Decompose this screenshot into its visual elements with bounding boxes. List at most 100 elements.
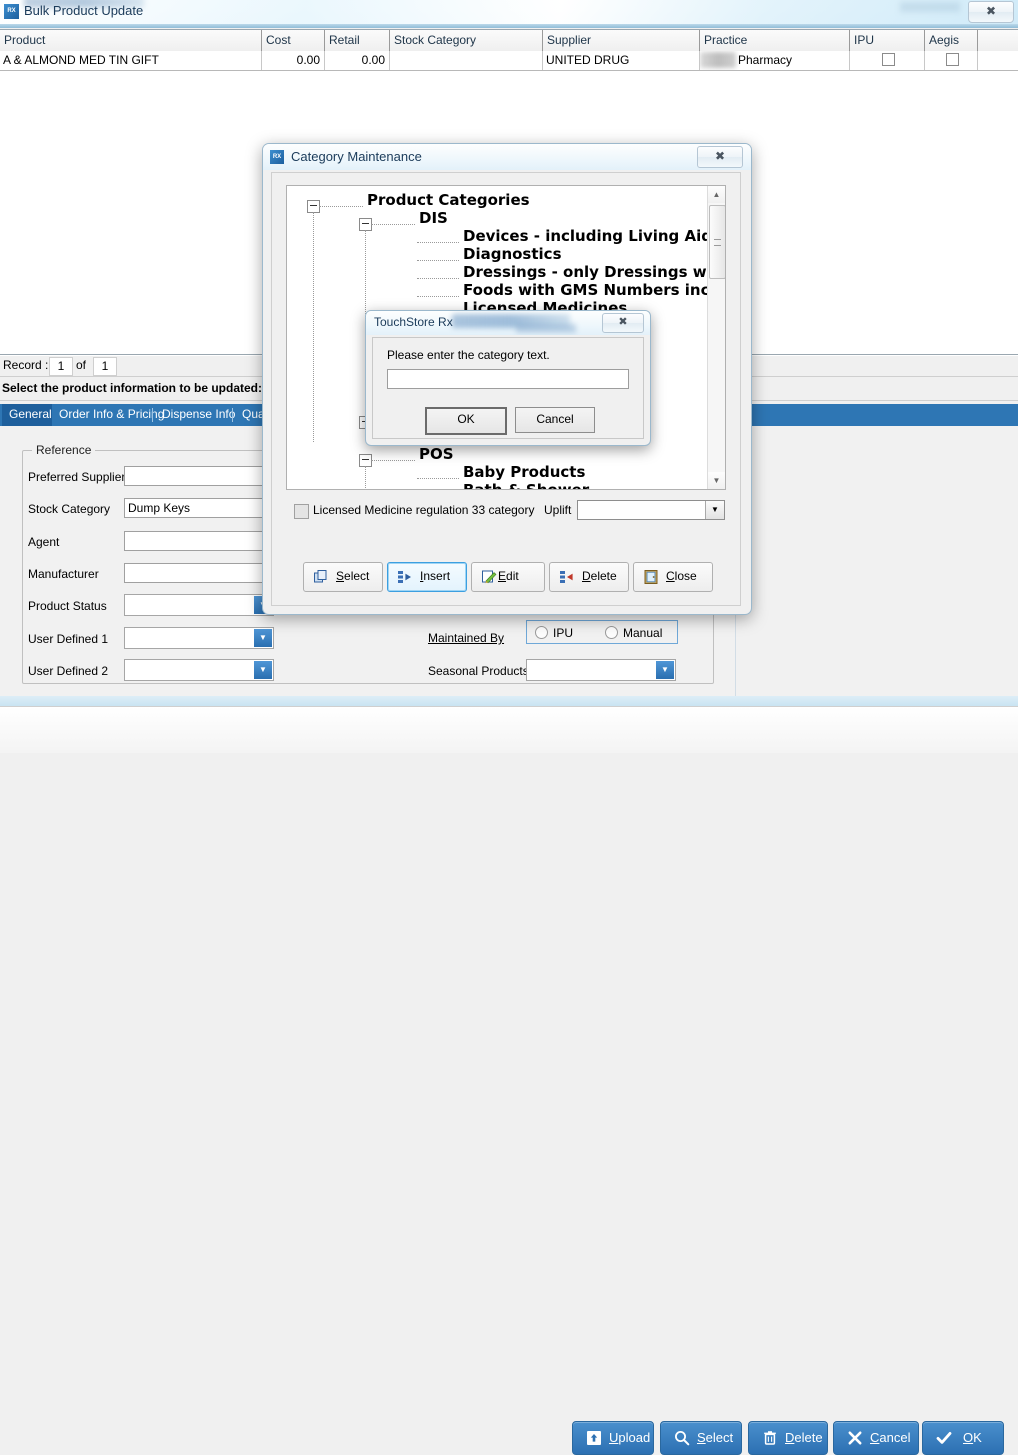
seasonal-products-combo[interactable]: ▼ <box>526 659 676 681</box>
chevron-down-icon[interactable]: ▼ <box>254 629 272 647</box>
trash-icon <box>761 1429 779 1447</box>
stock-category-label: Stock Category <box>28 502 111 516</box>
user-defined-1-label: User Defined 1 <box>28 632 109 646</box>
bottom-accent-strip <box>0 696 1018 706</box>
category-text-input[interactable] <box>387 369 629 389</box>
tab-general[interactable]: General <box>2 404 52 426</box>
aegis-checkbox[interactable] <box>946 53 959 67</box>
tab-divider <box>152 408 153 422</box>
close-icon[interactable]: ✖ <box>602 313 644 333</box>
select-button[interactable]: Select <box>660 1421 742 1455</box>
select-category-button[interactable]: Select <box>303 562 383 592</box>
scroll-up-icon[interactable]: ▲ <box>708 186 725 203</box>
category-dialog-title: Category Maintenance <box>291 149 422 164</box>
delete-button-label: Delete <box>785 1430 823 1445</box>
select-button-label: Select <box>697 1430 734 1445</box>
ok-button[interactable]: OK <box>922 1421 1004 1455</box>
chevron-down-icon[interactable]: ▼ <box>705 501 724 519</box>
tree-connector <box>371 224 415 226</box>
licensed-medicine-checkbox[interactable] <box>294 504 309 519</box>
tree-node-dis[interactable]: DIS <box>419 209 448 227</box>
column-header-stock-category[interactable]: Stock Category <box>390 30 543 51</box>
edit-category-button[interactable]: Edit <box>471 562 545 592</box>
prompt-titlebar-redacted-text-2 <box>516 324 576 333</box>
touchstore-prompt-dialog: TouchStore Rx ✖ Please enter the categor… <box>365 310 651 446</box>
close-category-label: Close <box>666 569 697 583</box>
user-defined-1-combo[interactable]: ▼ <box>124 627 274 649</box>
tree-item-devices[interactable]: Devices - including Living Aid <box>463 227 712 245</box>
table-row[interactable]: A & ALMOND MED TIN GIFT 0.00 0.00 UNITED… <box>0 51 1018 71</box>
close-icon[interactable]: ✖ <box>697 146 743 168</box>
cell-aegis[interactable] <box>925 51 978 70</box>
prompt-dialog-body: Please enter the category text. OK Cance… <box>372 337 644 439</box>
tree-item-dressings[interactable]: Dressings - only Dressings wit <box>463 263 719 281</box>
window-titlebar: RX Bulk Product Update ✖ <box>0 0 1018 24</box>
close-category-button[interactable]: Close <box>633 562 713 592</box>
cancel-button[interactable]: Cancel <box>833 1421 919 1455</box>
tree-connector <box>417 296 459 298</box>
ipu-checkbox[interactable] <box>882 53 895 67</box>
scrollbar-thumb[interactable] <box>709 205 725 279</box>
cell-supplier: UNITED DRUG <box>543 51 700 70</box>
radio-manual[interactable]: Manual <box>605 626 662 640</box>
cell-stock-category <box>390 51 543 70</box>
close-icon[interactable]: ✖ <box>968 1 1014 23</box>
tree-node-pos[interactable]: POS <box>419 445 454 463</box>
column-header-ipu[interactable]: IPU <box>850 30 925 51</box>
cell-practice: Pharmacy <box>700 51 850 70</box>
record-current[interactable]: 1 <box>49 357 73 376</box>
tree-connector <box>371 460 415 462</box>
tree-node-root[interactable]: Product Categories <box>367 191 530 209</box>
uplift-combo[interactable]: ▼ <box>577 500 725 520</box>
licensed-medicine-label: Licensed Medicine regulation 33 category <box>313 503 535 517</box>
column-header-practice[interactable]: Practice <box>700 30 850 51</box>
tree-connector <box>319 206 363 208</box>
prompt-ok-button[interactable]: OK <box>425 407 507 435</box>
titlebar-underline <box>0 24 1018 28</box>
tab-dispense-info[interactable]: Dispense Info <box>155 404 242 426</box>
practice-redacted-text <box>700 52 736 68</box>
tab-order-info-pricing[interactable]: Order Info & Pricing <box>52 404 171 426</box>
upload-button[interactable]: Upload <box>572 1421 654 1455</box>
reference-groupbox-label: Reference <box>32 443 96 457</box>
radio-ipu-dot[interactable] <box>535 626 548 639</box>
record-of-label: of <box>76 358 87 372</box>
form-panel-filler <box>735 426 1018 696</box>
product-status-combo[interactable]: ▼ <box>124 594 274 616</box>
prompt-dialog-title: TouchStore Rx <box>374 315 453 329</box>
column-header-supplier[interactable]: Supplier <box>543 30 700 51</box>
prompt-cancel-button[interactable]: Cancel <box>515 407 595 433</box>
radio-manual-dot[interactable] <box>605 626 618 639</box>
maintained-by-label: Maintained By <box>428 631 505 645</box>
instruction-text: Select the product information to be upd… <box>2 381 263 395</box>
column-header-cost[interactable]: Cost <box>262 30 325 51</box>
tree-connector <box>417 242 459 244</box>
user-defined-2-combo[interactable]: ▼ <box>124 659 274 681</box>
scroll-down-icon[interactable]: ▼ <box>708 472 725 489</box>
search-icon <box>673 1429 691 1447</box>
chevron-down-icon[interactable]: ▼ <box>254 661 272 679</box>
radio-ipu[interactable]: IPU <box>535 626 573 640</box>
delete-category-button[interactable]: Delete <box>549 562 629 592</box>
cell-retail: 0.00 <box>325 51 390 70</box>
tree-item-foods-gms[interactable]: Foods with GMS Numbers includi <box>463 281 725 299</box>
insert-category-button[interactable]: Insert <box>387 562 467 592</box>
select-category-label: Select <box>336 569 370 583</box>
tree-item-bath-shower[interactable]: Bath & Shower <box>463 481 589 489</box>
edit-category-label: Edit <box>498 569 519 583</box>
cell-ipu[interactable] <box>850 51 925 70</box>
tree-item-diagnostics[interactable]: Diagnostics <box>463 245 562 263</box>
delete-button[interactable]: Delete <box>748 1421 828 1455</box>
tree-item-baby-products[interactable]: Baby Products <box>463 463 585 481</box>
tab-divider <box>232 408 233 422</box>
pencil-icon <box>481 569 497 585</box>
column-header-aegis[interactable]: Aegis <box>925 30 978 51</box>
ok-button-label: OK <box>963 1430 982 1445</box>
chevron-down-icon[interactable]: ▼ <box>656 661 674 679</box>
tree-scrollbar[interactable]: ▲ ▼ <box>707 186 725 489</box>
cell-cost: 0.00 <box>262 51 325 70</box>
column-header-retail[interactable]: Retail <box>325 30 390 51</box>
upload-icon <box>585 1429 603 1447</box>
column-header-product[interactable]: Product <box>0 30 262 51</box>
tree-connector <box>417 260 459 262</box>
